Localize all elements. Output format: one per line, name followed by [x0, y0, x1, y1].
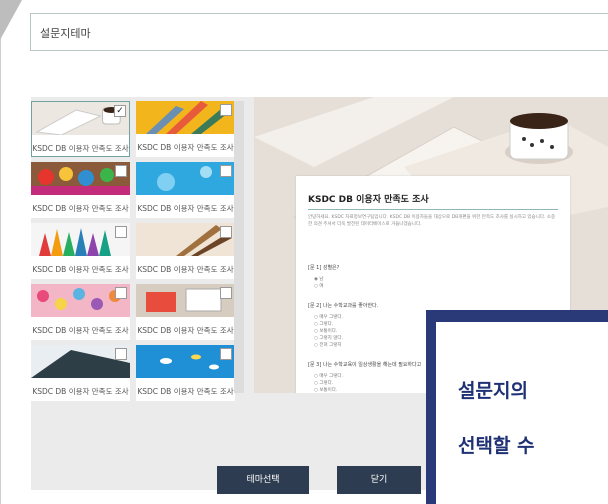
preview-option[interactable]: ○ 전혀 그렇지	[314, 342, 342, 348]
preview-question-label: [문 1] 성별은?	[308, 265, 340, 271]
theme-card[interactable]: KSDC DB 이용자 만족도 조사	[31, 345, 130, 401]
theme-caption: KSDC DB 이용자 만족도 조사	[32, 387, 129, 396]
theme-card[interactable]: KSDC DB 이용자 만족도 조사	[136, 345, 235, 401]
preview-option-label: 그렇지 않다.	[319, 336, 343, 341]
close-button[interactable]: 닫기	[337, 466, 421, 494]
preview-question-label: [문 2] 나는 수학교과를 좋아한다.	[308, 303, 379, 309]
theme-checkbox[interactable]	[115, 165, 127, 177]
theme-checkbox[interactable]	[115, 348, 127, 360]
radio-icon[interactable]: ○	[314, 315, 318, 320]
theme-caption: KSDC DB 이용자 만족도 조사	[32, 144, 129, 153]
preview-option-label: 여	[319, 284, 324, 289]
radio-icon[interactable]: ○	[314, 343, 318, 348]
preview-option[interactable]: ○ 그렇다.	[314, 380, 333, 386]
theme-caption: KSDC DB 이용자 만족도 조사	[32, 204, 129, 213]
preview-option[interactable]: ○ 보통이다.	[314, 387, 337, 393]
theme-caption: KSDC DB 이용자 만족도 조사	[137, 143, 234, 152]
preview-option[interactable]: ○ 매우 그렇다.	[314, 373, 343, 379]
preview-option[interactable]: ○ 보통이다.	[314, 328, 337, 334]
theme-checkbox[interactable]	[115, 226, 127, 238]
theme-list-scrollbar[interactable]	[234, 101, 244, 393]
radio-icon[interactable]: ○	[314, 381, 318, 386]
theme-checkbox[interactable]	[220, 287, 232, 299]
theme-card[interactable]: KSDC DB 이용자 만족도 조사	[136, 284, 235, 340]
radio-icon[interactable]: ○	[314, 374, 318, 379]
theme-caption: KSDC DB 이용자 만족도 조사	[32, 265, 129, 274]
theme-caption: KSDC DB 이용자 만족도 조사	[137, 204, 234, 213]
preview-option[interactable]: ○ 여	[314, 283, 324, 289]
theme-caption: KSDC DB 이용자 만족도 조사	[137, 387, 234, 396]
theme-card[interactable]: KSDC DB 이용자 만족도 조사	[31, 223, 130, 279]
theme-card[interactable]: KSDC DB 이용자 만족도 조사	[136, 223, 235, 279]
title-divider	[308, 209, 558, 210]
preview-option-label: 전혀 그렇지	[319, 343, 342, 348]
theme-caption: KSDC DB 이용자 만족도 조사	[32, 326, 129, 335]
preview-option-label: 보통이다.	[319, 388, 338, 393]
theme-card[interactable]: ✓ KSDC DB 이용자 만족도 조사	[31, 101, 130, 157]
preview-survey-title: KSDC DB 이용자 만족도 조사	[308, 195, 429, 205]
preview-option-label: 매우 그렇다.	[319, 374, 343, 379]
select-theme-button[interactable]: 테마선택	[217, 466, 309, 494]
radio-icon[interactable]: ○	[314, 329, 318, 334]
dialog-title: 설문지테마	[40, 27, 91, 40]
theme-checkbox[interactable]	[220, 348, 232, 360]
preview-option-label: 그렇다.	[319, 381, 334, 386]
theme-checkbox[interactable]	[115, 287, 127, 299]
radio-icon[interactable]: ○	[314, 322, 318, 327]
theme-checkbox[interactable]: ✓	[114, 105, 126, 117]
radio-icon[interactable]: ◉	[314, 277, 318, 282]
theme-card[interactable]: KSDC DB 이용자 만족도 조사	[31, 162, 130, 218]
preview-option[interactable]: ○ 매우 그렇다.	[314, 314, 343, 320]
theme-card[interactable]: KSDC DB 이용자 만족도 조사	[136, 162, 235, 218]
theme-checkbox[interactable]	[220, 226, 232, 238]
preview-survey-description: 안녕하세요. KSDC 자료정보연구팀입니다. KSDC DB 이용자들을 대상…	[308, 215, 556, 227]
theme-checkbox[interactable]	[220, 104, 232, 116]
theme-caption: KSDC DB 이용자 만족도 조사	[137, 326, 234, 335]
page-fold-decoration	[0, 0, 22, 40]
preview-option[interactable]: ○ 그렇지 않다.	[314, 335, 343, 341]
radio-icon[interactable]: ○	[314, 388, 318, 393]
dialog-titlebar: 설문지테마	[30, 13, 608, 51]
callout-line-2: 선택할 수	[458, 435, 535, 457]
radio-icon[interactable]: ○	[314, 336, 318, 341]
theme-card[interactable]: KSDC DB 이용자 만족도 조사	[31, 284, 130, 340]
callout-line-1: 설문지의	[458, 380, 528, 402]
theme-card[interactable]: KSDC DB 이용자 만족도 조사	[136, 101, 235, 157]
preview-option-label: 그렇다.	[319, 322, 334, 327]
callout-box: 설문지의 선택할 수	[426, 310, 608, 504]
theme-checkbox[interactable]	[220, 165, 232, 177]
preview-option[interactable]: ○ 그렇다.	[314, 321, 333, 327]
radio-icon[interactable]: ○	[314, 284, 318, 289]
theme-caption: KSDC DB 이용자 만족도 조사	[137, 265, 234, 274]
preview-option[interactable]: ◉ 남	[314, 276, 324, 282]
preview-option-label: 보통이다.	[319, 329, 338, 334]
preview-option-label: 매우 그렇다.	[319, 315, 343, 320]
preview-option-label: 남	[319, 277, 324, 282]
preview-question-label: [문 3] 나는 수학교육이 일상생활을 해는데 필요하다고	[308, 362, 422, 368]
theme-list: ✓ KSDC DB 이용자 만족도 조사 KSDC DB 이용자 만족도 조사 KSD…	[31, 101, 246, 401]
callout-inner	[436, 322, 608, 504]
